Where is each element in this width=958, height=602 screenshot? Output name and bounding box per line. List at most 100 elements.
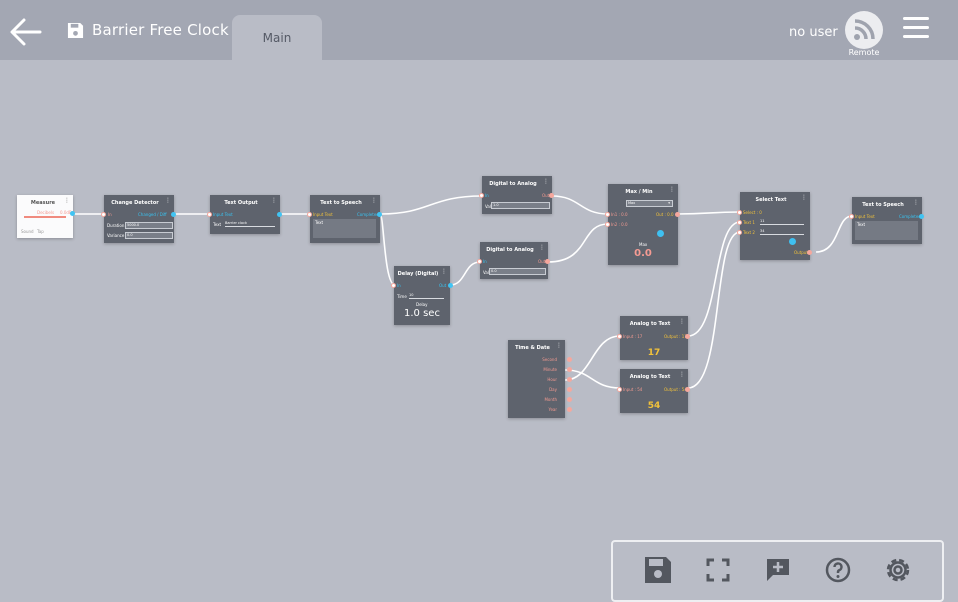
max-min-select[interactable]: Max ▾ — [626, 200, 673, 207]
output-port[interactable] — [807, 250, 812, 255]
node-analog-to-text[interactable]: Analog to Text ⋮ Input : 17 Output : 17 … — [617, 316, 690, 360]
input-port[interactable] — [617, 334, 622, 339]
output-port[interactable] — [567, 387, 572, 392]
kebab-menu-icon[interactable]: ⋮ — [801, 195, 807, 201]
text-value: 17 — [647, 348, 661, 358]
port-label-select: Select : 0 — [743, 210, 762, 215]
kebab-menu-icon[interactable]: ⋮ — [441, 269, 447, 275]
output-port[interactable] — [448, 283, 453, 288]
settings-icon — [886, 558, 910, 582]
kebab-menu-icon[interactable]: ⋮ — [556, 343, 562, 349]
output-port[interactable] — [919, 214, 924, 219]
input-port[interactable] — [605, 222, 610, 227]
node-max-min[interactable]: Max / Min ⋮ Max ▾ In1 : 0.0 Out : 0.0 In… — [605, 184, 680, 265]
node-delay-digital[interactable]: Delay (Digital) ⋮ In Out Time 10 Delay 1… — [391, 266, 453, 325]
input-port[interactable] — [737, 220, 742, 225]
output-port[interactable] — [567, 377, 572, 382]
duration-field[interactable]: 5000.0 — [125, 222, 173, 229]
output-port[interactable] — [567, 407, 572, 412]
kebab-menu-icon[interactable]: ⋮ — [543, 179, 549, 185]
save-button[interactable] — [640, 552, 676, 588]
input-port[interactable] — [737, 230, 742, 235]
output-port[interactable] — [171, 212, 176, 217]
output-port[interactable] — [567, 397, 572, 402]
measure-mode-tap[interactable]: Tap — [37, 229, 44, 234]
node-text-to-speech[interactable]: Text to Speech ⋮ Input Text Completed Te… — [307, 195, 382, 243]
port-label-out: Output — [794, 250, 808, 255]
kebab-menu-icon[interactable]: ⋮ — [679, 319, 685, 325]
output-label-month: Month — [544, 397, 557, 402]
output-port[interactable] — [277, 212, 282, 217]
settings-button[interactable] — [880, 552, 916, 588]
node-select-text[interactable]: Select Text ⋮ Select : 0 Text 1 11 Text … — [737, 192, 812, 260]
max-caption: Max — [639, 242, 648, 247]
input-port[interactable] — [207, 212, 212, 217]
help-button[interactable] — [820, 552, 856, 588]
value-field[interactable]: 0.0 — [489, 268, 546, 275]
text-field[interactable]: Barrier clock — [225, 221, 275, 227]
input-port[interactable] — [307, 212, 312, 217]
kebab-menu-icon[interactable]: ⋮ — [64, 198, 70, 204]
kebab-menu-icon[interactable]: ⋮ — [669, 187, 675, 193]
activity-indicator — [657, 230, 664, 237]
node-change-detector[interactable]: Change Detector ⋮ In Changed / Diff Dura… — [101, 195, 176, 243]
text2-field[interactable]: 34 — [760, 229, 804, 235]
kebab-menu-icon[interactable]: ⋮ — [913, 200, 919, 206]
output-port[interactable] — [685, 387, 690, 392]
text-value: 54 — [647, 401, 661, 411]
kebab-menu-icon[interactable]: ⋮ — [539, 245, 545, 251]
time-field[interactable]: 10 — [409, 293, 444, 299]
node-time-date[interactable]: Time & Date ⋮ Second Minute Hour Day Mon… — [508, 340, 572, 418]
input-port[interactable] — [101, 212, 106, 217]
node-title: Digital to Analog — [489, 181, 537, 187]
speech-text-area[interactable]: Text — [855, 221, 918, 240]
bottom-toolbar — [611, 540, 944, 602]
output-port[interactable] — [685, 334, 690, 339]
output-port[interactable] — [567, 357, 572, 362]
output-port[interactable] — [377, 212, 382, 217]
input-port[interactable] — [737, 210, 742, 215]
text1-field[interactable]: 11 — [760, 219, 804, 225]
fullscreen-button[interactable] — [700, 552, 736, 588]
port-label-out: Output : 17 — [664, 334, 687, 339]
measure-mode-sound[interactable]: Sound — [21, 229, 34, 234]
save-icon — [645, 557, 671, 583]
wire — [449, 261, 481, 286]
node-text-to-speech[interactable]: Text to Speech ⋮ Input Text Completed Te… — [849, 197, 924, 244]
output-port[interactable] — [567, 367, 572, 372]
kebab-menu-icon[interactable]: ⋮ — [679, 372, 685, 378]
port-label-out: Output : 54 — [664, 387, 687, 392]
add-comment-button[interactable] — [760, 552, 796, 588]
port-label-text1: Text 1 — [743, 220, 755, 225]
node-measure[interactable]: Measure ⋮ Decibels 0.0dB Sound Tap — [17, 195, 75, 238]
text-area-placeholder: Text — [857, 222, 866, 227]
variance-field[interactable]: 0.0 — [125, 232, 173, 239]
kebab-menu-icon[interactable]: ⋮ — [271, 198, 277, 204]
kebab-menu-icon[interactable]: ⋮ — [165, 198, 171, 204]
node-analog-to-text[interactable]: Analog to Text ⋮ Input : 54 Output : 54 … — [617, 369, 690, 413]
node-digital-to-analog[interactable]: Digital to Analog ⋮ In Out Val 0.0 — [477, 242, 550, 279]
node-text-output[interactable]: Text Output ⋮ Input Text Text Barrier cl… — [207, 195, 282, 234]
input-port[interactable] — [849, 214, 854, 219]
help-icon — [825, 557, 851, 583]
node-title: Text to Speech — [320, 200, 362, 206]
wire — [551, 195, 609, 215]
node-title: Change Detector — [111, 200, 159, 206]
node-title: Select Text — [755, 197, 787, 203]
value-field[interactable]: 1.0 — [491, 202, 550, 209]
input-port[interactable] — [391, 283, 396, 288]
input-port[interactable] — [477, 259, 482, 264]
output-port[interactable] — [70, 211, 75, 216]
speech-text-area[interactable]: Text — [313, 219, 376, 238]
node-digital-to-analog[interactable]: Digital to Analog ⋮ In Out Val 1.0 — [479, 176, 554, 214]
level-bar — [24, 216, 66, 218]
input-port[interactable] — [617, 387, 622, 392]
output-label-year: Year — [548, 407, 557, 412]
output-port[interactable] — [545, 259, 550, 264]
output-port[interactable] — [549, 193, 554, 198]
input-port[interactable] — [605, 212, 610, 217]
input-port[interactable] — [479, 193, 484, 198]
node-title: Analog to Text — [629, 321, 671, 327]
output-port[interactable] — [675, 212, 680, 217]
kebab-menu-icon[interactable]: ⋮ — [371, 198, 377, 204]
